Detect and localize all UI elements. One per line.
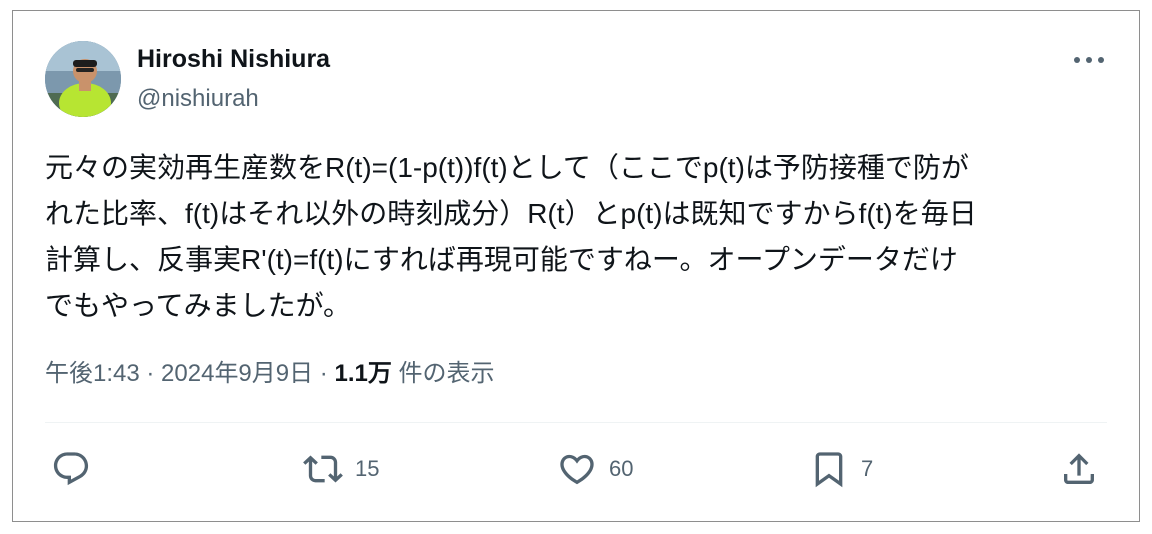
tweet-line: れた比率、f(t)はそれ以外の時刻成分）R(t）とp(t)は既知ですからf(t)… (45, 198, 977, 229)
more-options-icon[interactable] (1069, 45, 1109, 75)
share-icon (1059, 449, 1099, 489)
author-handle[interactable]: @nishiurah (137, 85, 259, 113)
meta-separator: · (139, 360, 162, 387)
repost-count: 15 (355, 456, 380, 481)
tweet-meta: 午後1:43 · 2024年9月9日 · 1.1万 件の表示 (45, 353, 495, 388)
meta-separator: · (313, 360, 335, 387)
avatar[interactable] (45, 41, 121, 117)
tweet-text: 元々の実効再生産数をR(t)=(1-p(t))f(t)として（ここでp(t)は予… (45, 145, 1115, 329)
bookmark-button[interactable]: 7 (809, 447, 873, 491)
like-button[interactable]: 60 (557, 447, 633, 491)
tweet-line: でもやってみましたが。 (45, 290, 352, 321)
heart-icon (557, 449, 597, 489)
divider (45, 422, 1107, 423)
repost-button[interactable]: 15 (303, 447, 379, 491)
bookmark-count: 7 (861, 456, 874, 481)
reply-button[interactable] (51, 447, 91, 491)
like-count: 60 (609, 456, 634, 481)
view-count: 1.1万 (334, 360, 392, 387)
repost-icon (303, 449, 343, 489)
author-name[interactable]: Hiroshi Nishiura (137, 45, 330, 74)
action-bar: 15 60 7 (13, 447, 1141, 491)
bookmark-icon (809, 449, 849, 489)
tweet-line: 元々の実効再生産数をR(t)=(1-p(t))f(t)として（ここでp(t)は予… (45, 152, 969, 183)
view-label: 件の表示 (391, 360, 495, 387)
share-button[interactable] (1059, 447, 1099, 491)
reply-icon (51, 449, 91, 489)
tweet-time[interactable]: 午後1:43 (45, 360, 140, 387)
tweet-line: 計算し、反事実R'(t)=f(t)にすれば再現可能ですねー。オープンデータだけ (45, 244, 958, 275)
tweet-date[interactable]: 2024年9月9日 (161, 360, 313, 387)
tweet-card: Hiroshi Nishiura @nishiurah 元々の実効再生産数をR(… (12, 10, 1140, 522)
